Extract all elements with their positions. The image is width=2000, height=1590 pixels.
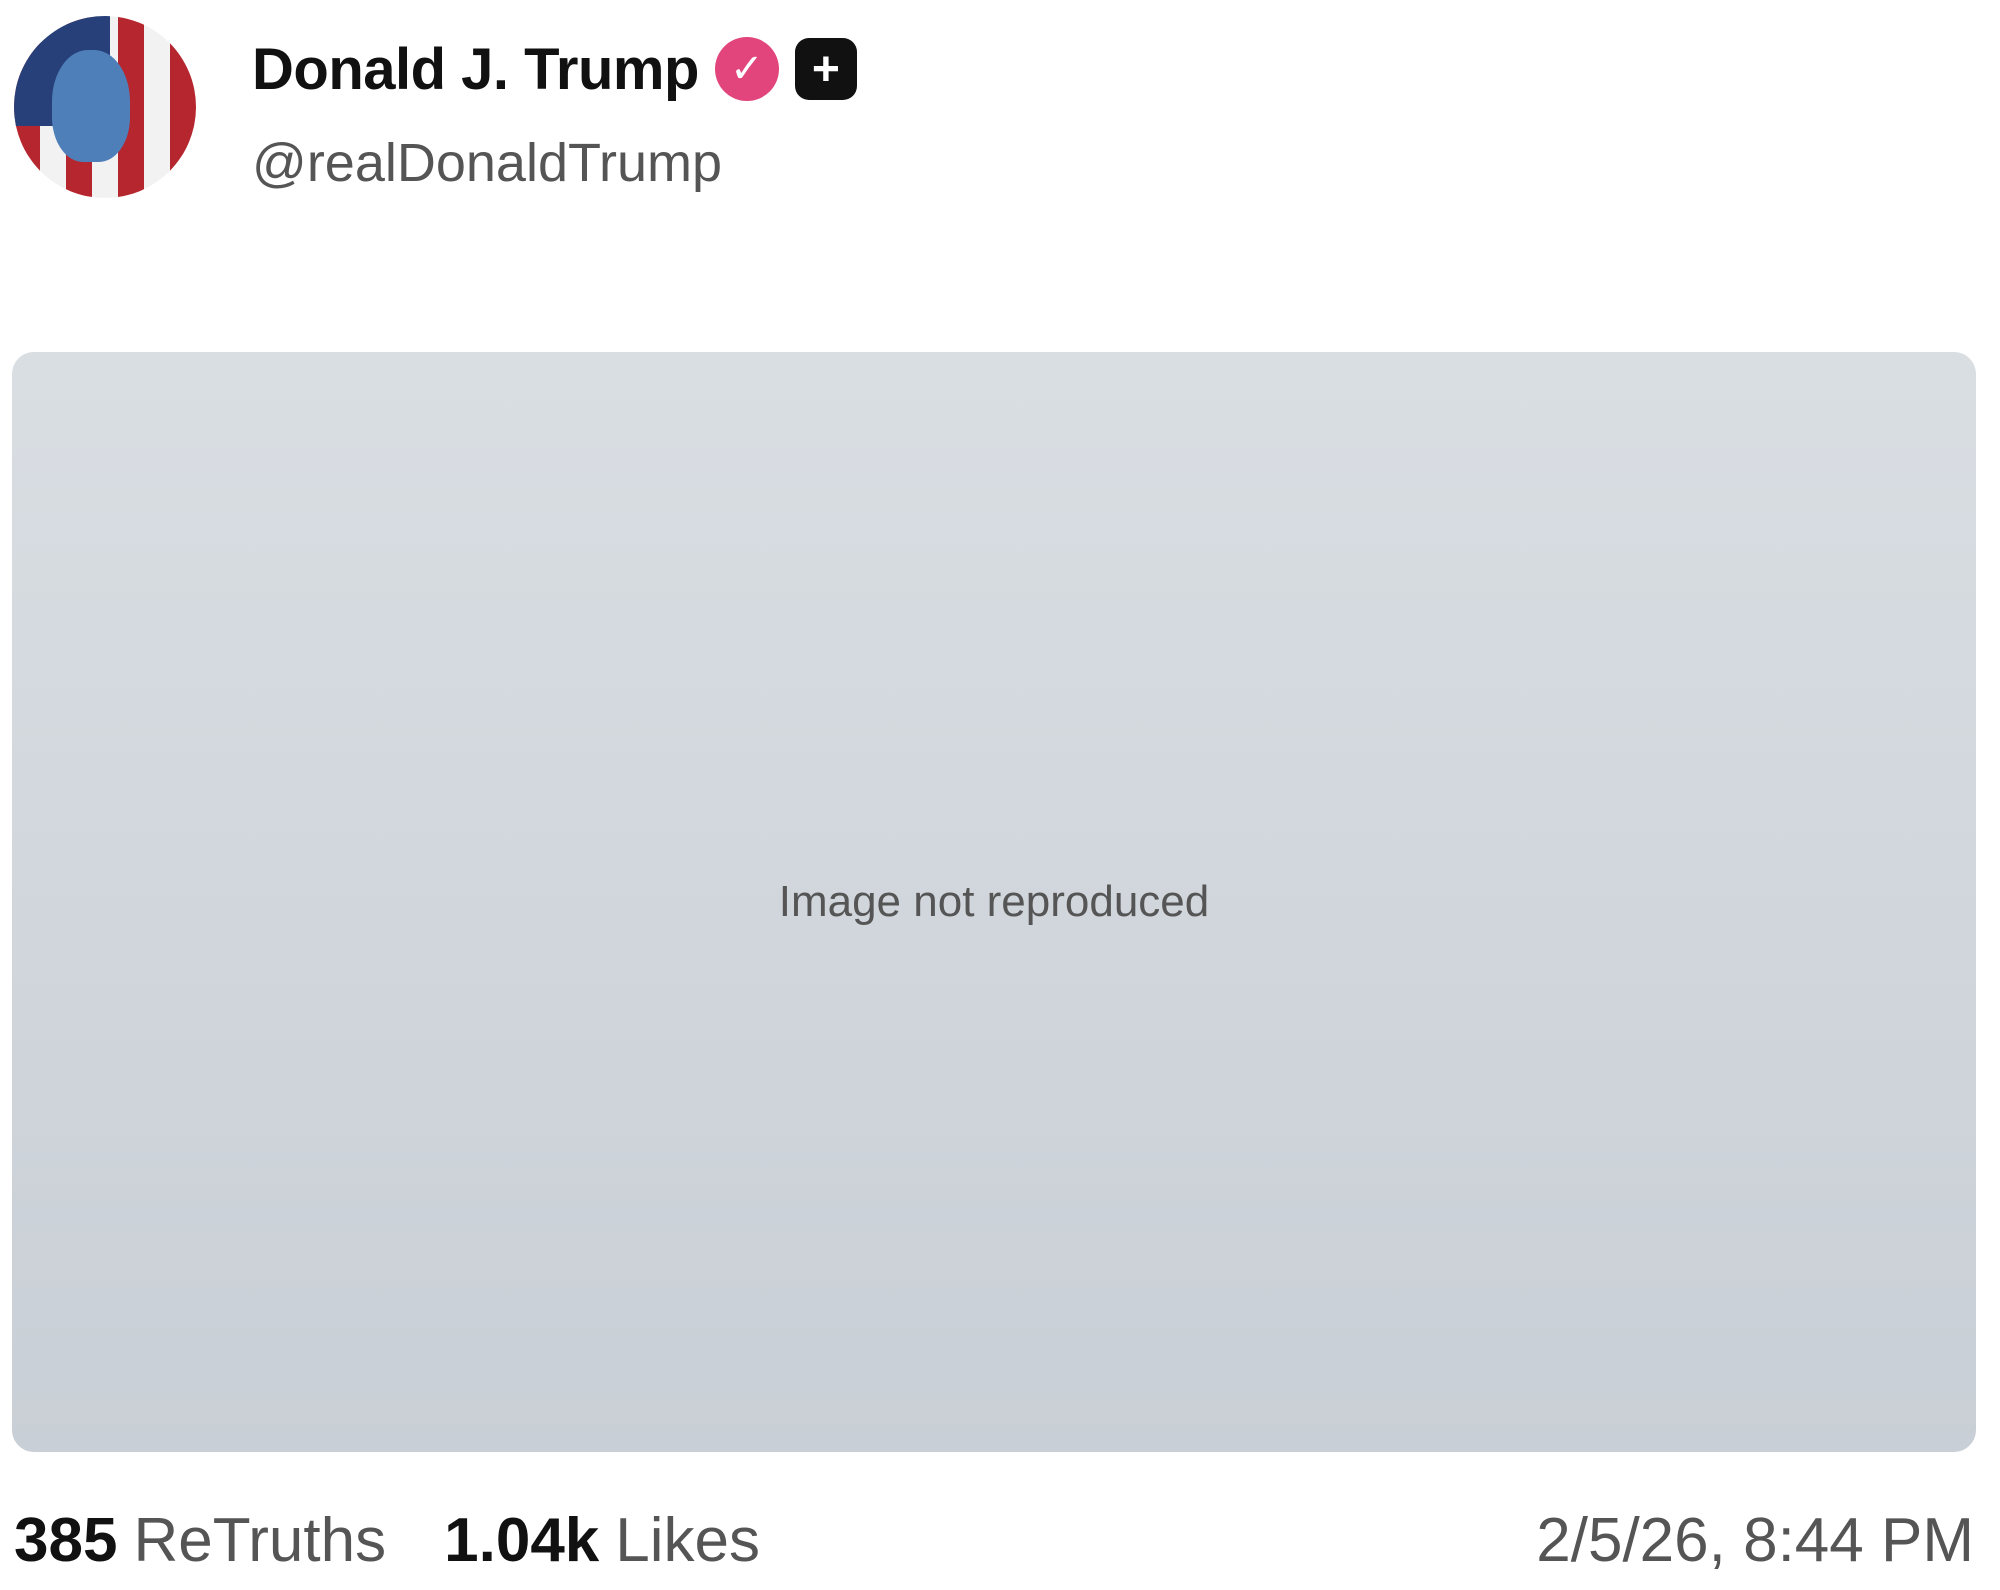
retruths-label: ReTruths: [133, 1506, 387, 1575]
media-placeholder: Image not reproduced: [778, 877, 1210, 926]
author-name-row: Donald J. Trump ✓ +: [252, 34, 857, 104]
avatar-face: [52, 50, 130, 162]
post-media[interactable]: Image not reproduced: [12, 352, 1976, 1452]
verified-check-icon: ✓: [714, 37, 779, 101]
post-timestamp[interactable]: 2/5/26, 8:44 PM: [1536, 1505, 1974, 1576]
retruths-stat[interactable]: 385 ReTruths: [14, 1505, 386, 1576]
author-handle[interactable]: @realDonaldTrump: [252, 132, 722, 194]
post-stats: 385 ReTruths 1.04k Likes: [14, 1505, 760, 1576]
likes-label: Likes: [615, 1506, 761, 1575]
author-avatar[interactable]: [14, 16, 196, 198]
retruths-count: 385: [14, 1506, 118, 1575]
likes-count: 1.04k: [444, 1506, 600, 1575]
likes-stat[interactable]: 1.04k Likes: [444, 1505, 760, 1576]
author-display-name[interactable]: Donald J. Trump: [252, 36, 699, 103]
plus-square-icon: +: [794, 38, 857, 100]
